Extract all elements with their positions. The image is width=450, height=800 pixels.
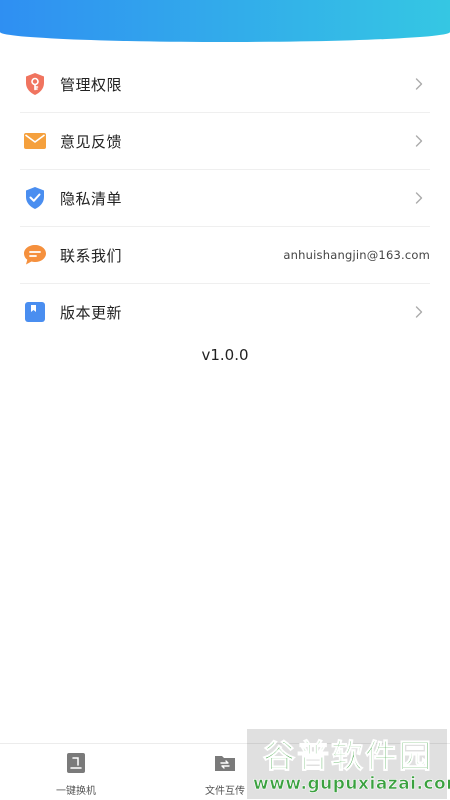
chat-bubble-icon [22, 242, 48, 268]
watermark-url: www.gupuxiazai.com [253, 774, 450, 795]
chevron-right-icon [415, 78, 423, 90]
menu-item-feedback[interactable]: 意见反馈 [20, 113, 430, 170]
menu-item-label: 隐私清单 [60, 189, 123, 208]
menu-item-label: 联系我们 [60, 246, 123, 265]
chevron-right-icon [415, 135, 423, 147]
chevron-right-icon [415, 306, 423, 318]
site-watermark: 谷普软件园 www.gupuxiazai.com [247, 729, 450, 799]
menu-item-privacy-list[interactable]: 隐私清单 [20, 170, 430, 227]
envelope-icon [22, 128, 48, 154]
chevron-right-icon [415, 192, 423, 204]
contact-email: anhuishangjin@163.com [283, 248, 430, 262]
settings-menu: 管理权限 意见反馈 隐私清单 联系我们 anhuishangjin@163.co… [20, 56, 430, 340]
menu-item-version-update[interactable]: 版本更新 [20, 284, 430, 340]
menu-item-permissions[interactable]: 管理权限 [20, 56, 430, 113]
folder-transfer-icon [215, 756, 235, 771]
nav-item-label: 一键换机 [56, 786, 96, 797]
top-banner [0, 0, 450, 42]
watermark-title: 谷普软件园 [262, 737, 433, 776]
version-label: v1.0.0 [201, 346, 249, 364]
menu-item-contact-us[interactable]: 联系我们 anhuishangjin@163.com [20, 227, 430, 284]
menu-item-label: 管理权限 [60, 75, 123, 94]
menu-item-label: 版本更新 [60, 303, 123, 322]
phone-transfer-icon [67, 753, 85, 773]
banner-decoration [28, 0, 178, 4]
check-shield-icon [22, 185, 48, 211]
menu-item-label: 意见反馈 [60, 132, 123, 151]
key-shield-icon [22, 71, 48, 97]
bookmark-icon [22, 299, 48, 325]
nav-item-phone-transfer[interactable]: 一键换机 [36, 752, 116, 797]
